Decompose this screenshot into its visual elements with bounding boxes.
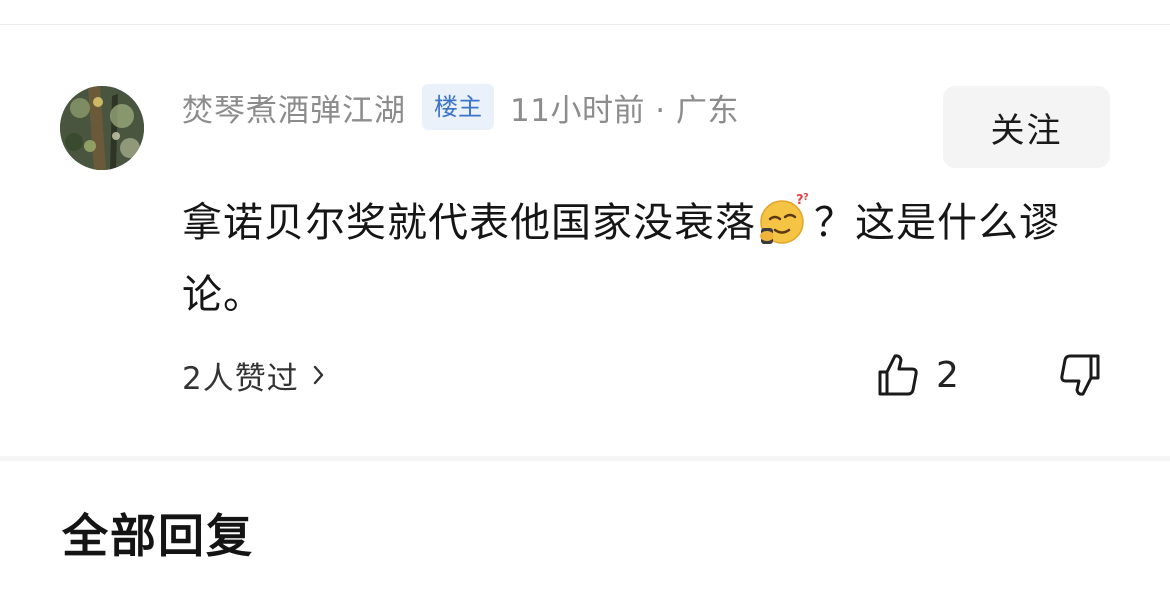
like-button[interactable]: 2: [876, 351, 959, 399]
likers-link[interactable]: 2人赞过: [182, 353, 327, 397]
section-divider: [0, 456, 1170, 461]
avatar[interactable]: [60, 86, 144, 170]
comment-card: 焚琴煮酒弹江湖 楼主 11小时前 · 广东 关注 拿诺贝尔奖就代表他国家没衰落 …: [0, 25, 1170, 457]
timestamp-location: 11小时前 · 广东: [510, 92, 740, 129]
comment-meta: 焚琴煮酒弹江湖 楼主 11小时前 · 广东: [182, 83, 739, 131]
comment-text-part1: 拿诺贝尔奖就代表他国家没衰落: [182, 200, 756, 246]
avatar-image: [60, 86, 144, 170]
sleepy-dizzy-face-emoji: ? ?: [758, 192, 812, 246]
follow-button[interactable]: 关注: [943, 86, 1110, 168]
svg-text:?: ?: [803, 192, 810, 203]
op-badge: 楼主: [422, 84, 494, 130]
dislike-button[interactable]: [1058, 352, 1104, 398]
like-count: 2: [936, 354, 959, 396]
username[interactable]: 焚琴煮酒弹江湖: [182, 85, 406, 130]
thumbs-up-icon: [878, 354, 918, 396]
chevron-right-icon: [313, 365, 323, 385]
comment-text: 拿诺贝尔奖就代表他国家没衰落 ? ? ？这是什么谬论。: [182, 187, 1102, 331]
all-replies-heading: 全部回复: [62, 509, 254, 563]
thumbs-down-icon: [1060, 354, 1100, 396]
likers-label: 2人赞过: [182, 360, 299, 397]
